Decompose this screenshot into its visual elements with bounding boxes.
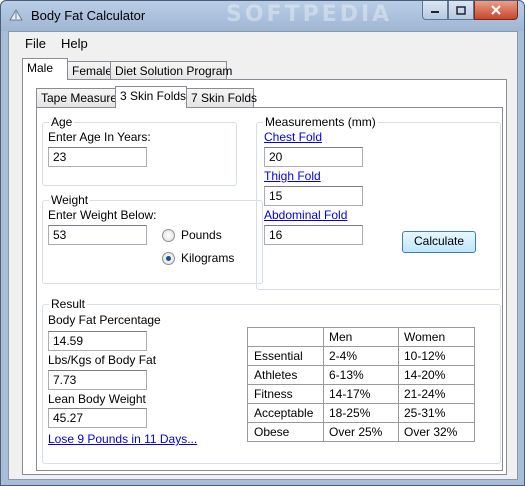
minimize-button[interactable] (422, 1, 448, 20)
table-header-cell: Women (398, 327, 475, 347)
chest-fold-link[interactable]: Chest Fold (264, 130, 322, 144)
table-cell: 21-24% (398, 384, 475, 404)
weight-group: Weight Enter Weight Below: 53 Pounds Kil… (42, 193, 263, 284)
client-area: File Help Male Female Diet Solution Prog… (8, 31, 518, 480)
tab-7-skin-folds[interactable]: 7 Skin Folds (186, 88, 257, 108)
table-row: Athletes 6-13% 14-20% (247, 365, 475, 385)
lean-weight-label: Lean Body Weight (48, 392, 146, 406)
abdominal-fold-input[interactable]: 16 (264, 225, 363, 245)
window-title: Body Fat Calculator (31, 8, 146, 23)
age-group: Age Enter Age In Years: 23 (42, 115, 237, 186)
table-row: Essential 2-4% 10-12% (247, 346, 475, 366)
table-cell: 25-31% (398, 403, 475, 423)
pounds-radio[interactable] (162, 229, 175, 242)
table-cell: 6-13% (323, 365, 399, 385)
tab-tape-measure[interactable]: Tape Measure (36, 88, 117, 108)
body-fat-label: Body Fat Percentage (48, 313, 161, 327)
table-cell: Obese (247, 422, 324, 442)
weight-label: Enter Weight Below: (48, 208, 157, 222)
result-group: Result Body Fat Percentage 14.59 Lbs/Kgs… (42, 297, 501, 464)
table-cell: 14-20% (398, 365, 475, 385)
menu-help[interactable]: Help (61, 36, 88, 51)
app-window: Body Fat Calculator SOFTPEDIA File Help … (0, 0, 525, 486)
weight-group-title: Weight (49, 193, 91, 207)
kilograms-label[interactable]: Kilograms (181, 251, 234, 265)
abdominal-fold-link[interactable]: Abdominal Fold (264, 208, 347, 222)
age-group-title: Age (49, 115, 75, 129)
table-cell: 10-12% (398, 346, 475, 366)
table-header-row: Men Women (247, 327, 475, 347)
male-tab-panel: Tape Measure 3 Skin Folds 7 Skin Folds A… (22, 79, 507, 475)
maximize-icon (456, 5, 466, 15)
watermark: SOFTPEDIA (226, 2, 393, 27)
maximize-button[interactable] (448, 1, 474, 20)
calculator-app-icon (9, 9, 23, 21)
measurements-group-title: Measurements (mm) (263, 115, 378, 129)
fat-weight-label: Lbs/Kgs of Body Fat (48, 353, 157, 367)
tab-male[interactable]: Male (22, 58, 68, 80)
age-input[interactable]: 23 (48, 147, 147, 167)
table-cell: Fitness (247, 384, 324, 404)
lean-weight-output[interactable]: 45.27 (48, 408, 147, 428)
fat-weight-output[interactable]: 7.73 (48, 370, 147, 390)
table-cell: Acceptable (247, 403, 324, 423)
thigh-fold-link[interactable]: Thigh Fold (264, 169, 321, 183)
weight-input[interactable]: 53 (48, 225, 147, 245)
table-cell: 2-4% (323, 346, 399, 366)
pounds-label[interactable]: Pounds (181, 228, 222, 242)
tab-diet-solution[interactable]: Diet Solution Program (110, 61, 232, 81)
menu-bar: File Help (9, 32, 517, 54)
menu-file[interactable]: File (25, 36, 46, 51)
close-button[interactable] (474, 1, 518, 20)
promo-link[interactable]: Lose 9 Pounds in 11 Days... (48, 432, 197, 446)
table-cell: 14-17% (323, 384, 399, 404)
kilograms-radio[interactable] (162, 252, 175, 265)
table-cell: Essential (247, 346, 324, 366)
table-row: Acceptable 18-25% 25-31% (247, 403, 475, 423)
table-header-cell (247, 327, 324, 347)
age-label: Enter Age In Years: (48, 130, 151, 144)
minimize-icon (431, 11, 439, 13)
table-row: Obese Over 25% Over 32% (247, 422, 475, 442)
tab-3-skin-folds[interactable]: 3 Skin Folds (115, 86, 187, 108)
body-fat-output[interactable]: 14.59 (48, 331, 147, 351)
measurements-group: Measurements (mm) Chest Fold 20 Thigh Fo… (256, 115, 501, 290)
table-cell: Over 25% (323, 422, 399, 442)
result-group-title: Result (49, 297, 88, 311)
title-bar[interactable]: Body Fat Calculator SOFTPEDIA (1, 1, 524, 31)
table-cell: 18-25% (323, 403, 399, 423)
table-row: Fitness 14-17% 21-24% (247, 384, 475, 404)
calculate-button[interactable]: Calculate (402, 231, 476, 253)
tab-female[interactable]: Female (67, 61, 112, 81)
body-fat-reference-table: Men Women Essential 2-4% 10-12% Athletes… (247, 327, 475, 442)
three-skin-folds-panel: Age Enter Age In Years: 23 Weight Enter … (36, 107, 503, 471)
thigh-fold-input[interactable]: 15 (264, 186, 363, 206)
table-header-cell: Men (323, 327, 399, 347)
chest-fold-input[interactable]: 20 (264, 147, 363, 167)
close-icon (491, 5, 501, 15)
table-cell: Athletes (247, 365, 324, 385)
table-cell: Over 32% (398, 422, 475, 442)
